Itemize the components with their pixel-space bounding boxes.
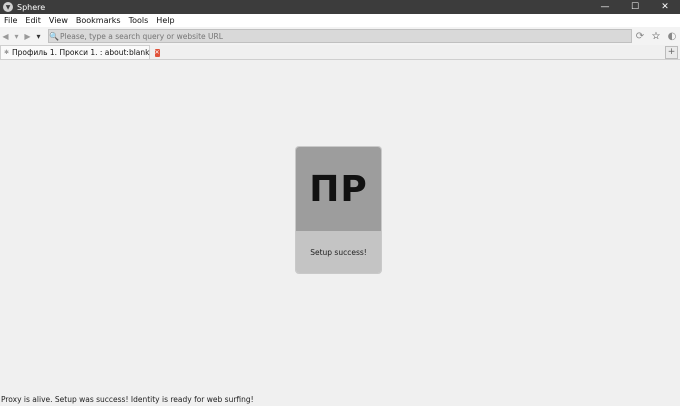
window-title: Sphere [17, 2, 46, 12]
url-bar[interactable]: 🔍 [48, 29, 632, 43]
app-logo-icon: ▼ [3, 2, 13, 12]
forward-history-dropdown-icon[interactable]: ▾ [33, 29, 44, 43]
menu-edit[interactable]: Edit [21, 16, 45, 25]
window-controls: — ☐ ✕ [590, 0, 680, 14]
back-arrow-icon[interactable]: ◀ [0, 29, 11, 43]
status-bar: Proxy is alive. Setup was success! Ident… [0, 392, 680, 406]
nav-right-tools: ⟳ ☆ ◐ [632, 27, 680, 45]
tab-loading-icon: ✱ [4, 49, 10, 56]
new-tab-plus-icon[interactable]: + [665, 46, 678, 59]
extension-icon[interactable]: ◐ [664, 28, 680, 44]
back-history-dropdown-icon[interactable]: ▾ [11, 29, 22, 43]
profile-card-bottom: Setup success! [296, 231, 381, 273]
menu-view[interactable]: View [45, 16, 72, 25]
menu-help[interactable]: Help [152, 16, 178, 25]
tab-active[interactable]: ✱ Профиль 1. Прокси 1. : about:blank ✕ [0, 45, 160, 59]
menu-bar: File Edit View Bookmarks Tools Help [0, 14, 680, 27]
menu-tools[interactable]: Tools [125, 16, 153, 25]
setup-status-text: Setup success! [310, 247, 367, 257]
menu-bookmarks[interactable]: Bookmarks [72, 16, 125, 25]
page-content: ПР Setup success! [0, 60, 680, 394]
close-window-button[interactable]: ✕ [650, 0, 680, 14]
status-bar-text: Proxy is alive. Setup was success! Ident… [1, 394, 254, 404]
profile-initials: ПР [309, 168, 368, 210]
window-titlebar: ▼ Sphere — ☐ ✕ [0, 0, 680, 14]
bookmark-star-icon[interactable]: ☆ [648, 28, 664, 44]
minimize-button[interactable]: — [590, 0, 620, 14]
maximize-button[interactable]: ☐ [620, 0, 650, 14]
profile-card-top: ПР [296, 147, 381, 231]
search-icon: 🔍 [49, 31, 59, 41]
profile-card: ПР Setup success! [296, 147, 381, 273]
forward-arrow-icon[interactable]: ▶ [22, 29, 33, 43]
navigation-bar: ◀ ▾ ▶ ▾ 🔍 ⟳ ☆ ◐ [0, 27, 680, 45]
url-input[interactable] [59, 31, 620, 41]
tab-close-icon[interactable]: ✕ [154, 48, 160, 57]
reload-icon[interactable]: ⟳ [632, 28, 648, 44]
tab-bar: ✱ Профиль 1. Прокси 1. : about:blank ✕ + [0, 45, 680, 60]
menu-file[interactable]: File [0, 16, 21, 25]
tab-label: Профиль 1. Прокси 1. : about:blank [12, 48, 150, 57]
